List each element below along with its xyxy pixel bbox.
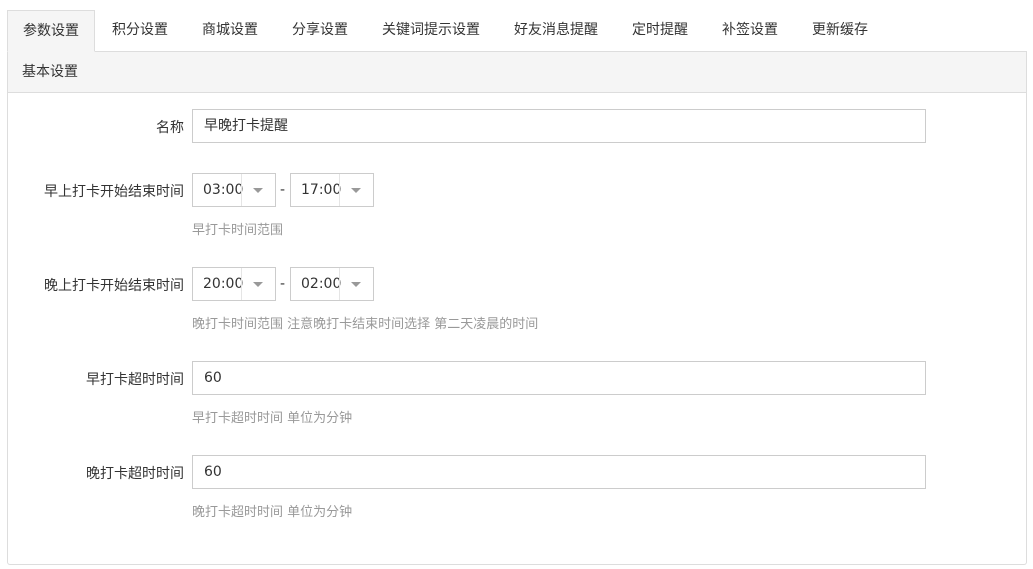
- tab-share[interactable]: 分享设置: [275, 10, 365, 51]
- evening-timeout-input[interactable]: 60: [192, 455, 926, 489]
- tab-bar: 参数设置 积分设置 商城设置 分享设置 关键词提示设置 好友消息提醒 定时提醒 …: [7, 10, 1027, 52]
- time-separator: -: [280, 276, 286, 292]
- morning-timeout-input[interactable]: 60: [192, 361, 926, 395]
- morning-start-value: 03:00: [203, 182, 244, 198]
- tab-update-cache[interactable]: 更新缓存: [795, 10, 885, 51]
- evening-end-select[interactable]: 02:00: [290, 267, 374, 301]
- evening-timeout-help: 晚打卡超时时间 单位为分钟: [192, 505, 353, 520]
- name-input[interactable]: 早晚打卡提醒: [192, 109, 926, 143]
- tab-keyword-hint[interactable]: 关键词提示设置: [365, 10, 497, 51]
- morning-start-select[interactable]: 03:00: [192, 173, 276, 207]
- evening-end-value: 02:00: [301, 276, 342, 292]
- evening-time-label: 晚上打卡开始结束时间: [44, 278, 184, 294]
- time-separator: -: [280, 182, 286, 198]
- evening-start-value: 20:00: [203, 276, 244, 292]
- evening-timeout-label: 晚打卡超时时间: [86, 466, 184, 482]
- chevron-down-icon: [253, 282, 263, 287]
- evening-start-select[interactable]: 20:00: [192, 267, 276, 301]
- morning-time-label: 早上打卡开始结束时间: [44, 184, 184, 200]
- tab-makeup-checkin[interactable]: 补签设置: [705, 10, 795, 51]
- name-label: 名称: [156, 120, 184, 136]
- evening-time-help: 晚打卡时间范围 注意晚打卡结束时间选择 第二天凌晨的时间: [192, 317, 539, 332]
- chevron-down-icon: [351, 188, 361, 193]
- tab-params[interactable]: 参数设置: [7, 10, 95, 52]
- chevron-down-icon: [351, 282, 361, 287]
- tab-points[interactable]: 积分设置: [95, 10, 185, 51]
- panel-title: 基本设置: [8, 52, 1026, 93]
- tab-scheduled-reminder[interactable]: 定时提醒: [615, 10, 705, 51]
- morning-time-help: 早打卡时间范围: [192, 223, 284, 238]
- morning-end-value: 17:00: [301, 182, 342, 198]
- tab-mall[interactable]: 商城设置: [185, 10, 275, 51]
- chevron-down-icon: [253, 188, 263, 193]
- morning-end-select[interactable]: 17:00: [290, 173, 374, 207]
- tab-friend-message[interactable]: 好友消息提醒: [497, 10, 615, 51]
- morning-timeout-help: 早打卡超时时间 单位为分钟: [192, 411, 353, 426]
- morning-timeout-label: 早打卡超时时间: [86, 372, 184, 388]
